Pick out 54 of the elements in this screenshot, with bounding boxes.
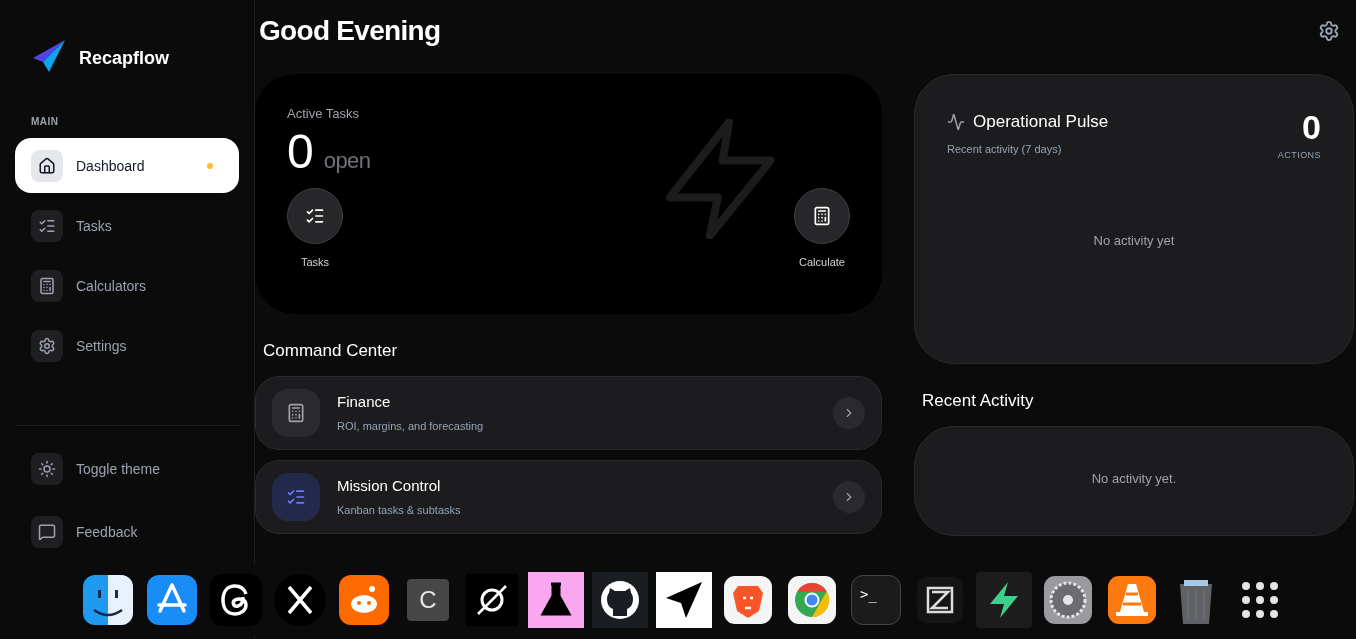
card-subtitle: Recent activity (7 days) (947, 141, 1063, 157)
x-letter-app-icon[interactable] (272, 572, 328, 628)
card-title: Mission Control (337, 476, 442, 496)
sidebar-item[interactable]: Settings (15, 318, 239, 373)
sun-icon (38, 459, 56, 478)
calculator-icon (812, 205, 832, 226)
flask-app-icon[interactable] (528, 572, 584, 628)
terminal-app-icon[interactable]: >_ (851, 575, 901, 625)
card-title: Operational Pulse (973, 111, 1109, 133)
sidebar-item[interactable]: Calculators (15, 258, 239, 313)
sidebar-item[interactable]: Dashboard (15, 138, 239, 193)
sidebar-action[interactable]: Toggle theme (15, 441, 239, 496)
card-label: Active Tasks (287, 105, 360, 123)
home-icon (38, 156, 56, 175)
cat-silhouette-app-icon[interactable] (592, 572, 648, 628)
sidebar-item[interactable]: Tasks (15, 198, 239, 253)
sidebar-action-label: Feedback (76, 522, 138, 542)
action-label: Tasks (300, 254, 330, 270)
card-subtitle: ROI, margins, and forecasting (337, 418, 485, 434)
smiling-face-app-icon[interactable] (80, 572, 136, 628)
command-card[interactable]: Mission Control Kanban tasks & subtasks (255, 459, 882, 534)
count-label: ACTIONS (1277, 149, 1321, 162)
sidebar-action[interactable]: Feedback (15, 504, 239, 559)
brand-name: Recapflow (79, 47, 170, 70)
letter-app-icon[interactable]: C (407, 579, 449, 621)
sidebar-item-label: Settings (76, 336, 128, 356)
calculator-icon (38, 276, 56, 295)
section-label: MAIN (30, 115, 60, 129)
empty-state-text: No activity yet. (1091, 469, 1177, 488)
sidebar-action-label: Toggle theme (76, 459, 161, 479)
slashed-circle-app-icon[interactable] (464, 572, 520, 628)
empty-state-text: No activity yet (1093, 232, 1175, 250)
greeting-heading: Good Evening (259, 14, 441, 48)
action-label: Calculate (799, 254, 845, 270)
sidebar-item-label: Tasks (76, 216, 113, 236)
task-count: 0 (287, 123, 314, 180)
pulse-icon (947, 112, 965, 131)
chat-bubble-icon (38, 522, 56, 541)
calculator-icon (286, 402, 306, 423)
count-unit: open (323, 146, 371, 175)
paper-plane-app-icon[interactable] (656, 572, 712, 628)
sidebar-item-label: Dashboard (76, 156, 146, 176)
settings-icon[interactable] (1318, 20, 1340, 42)
action-count: 0 (1302, 109, 1321, 145)
paper-plane-logo-icon (31, 38, 67, 74)
section-heading: Command Center (262, 340, 399, 362)
command-card[interactable]: Finance ROI, margins, and forecasting (255, 375, 882, 450)
app-store-icon[interactable] (144, 572, 200, 628)
settings-icon (38, 336, 56, 355)
sidebar-item-label: Calculators (76, 276, 148, 296)
card-title: Finance (337, 392, 392, 412)
section-heading: Recent Activity (921, 390, 1035, 412)
bolt-app-icon[interactable] (976, 572, 1032, 628)
card-subtitle: Kanban tasks & subtasks (337, 502, 462, 518)
